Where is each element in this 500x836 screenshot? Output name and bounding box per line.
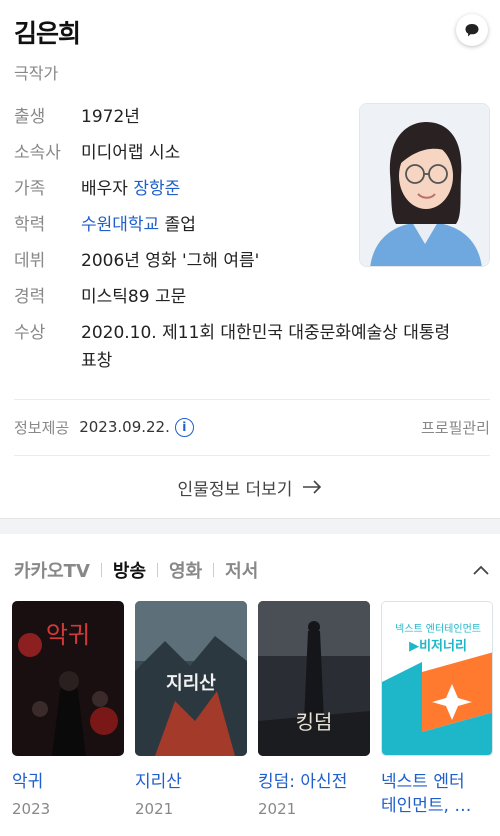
- person-name: 김은희: [14, 19, 81, 48]
- poster-title-text: 킹덤: [296, 710, 333, 734]
- work-poster[interactable]: 지리산: [135, 601, 247, 756]
- works-carousel: 악귀 악귀 2023 지리산 지리산 2021 킹덤 킹덤: 아신전 2021 …: [12, 601, 494, 836]
- work-title[interactable]: 악귀: [12, 770, 124, 794]
- tab-kakaotv[interactable]: 카카오TV: [14, 557, 90, 583]
- spouse-link[interactable]: 장항준: [133, 179, 180, 199]
- family-relation: 배우자: [81, 179, 128, 199]
- work-card[interactable]: 지리산 지리산 2021: [135, 601, 247, 818]
- agency-link[interactable]: 미디어랩 시소: [81, 139, 180, 167]
- award-line-2: 표창: [81, 351, 113, 371]
- info-row-agency: 소속사 미디어랩 시소: [14, 139, 180, 167]
- info-icon[interactable]: i: [174, 417, 194, 437]
- work-title[interactable]: 지리산: [135, 770, 247, 794]
- profile-manage-link[interactable]: 프로필관리: [421, 417, 490, 438]
- work-poster[interactable]: 악귀: [12, 601, 124, 756]
- birth-label: 출생: [14, 107, 46, 127]
- info-row-birth: 출생 1972년: [14, 103, 140, 131]
- tab-movie[interactable]: 영화: [169, 557, 202, 583]
- poster-title-text: ▶비저너리: [409, 638, 467, 654]
- award-line-1: 2020.10. 제11회 대한민국 대중문화예술상 대통령: [81, 323, 451, 343]
- family-label: 가족: [14, 179, 46, 199]
- info-row-career: 경력 미스틱89 고문: [14, 283, 186, 311]
- poster-title-text: 넥스트 엔터테인먼트: [395, 623, 481, 635]
- education-status: 졸업: [164, 215, 196, 235]
- work-year: 2023: [12, 800, 51, 818]
- info-provider-row: 정보제공 2023.09.22. i 프로필관리: [14, 413, 490, 441]
- profile-photo[interactable]: [359, 103, 490, 267]
- info-row-education: 학력 수원대학교 졸업: [14, 211, 196, 239]
- provided-label: 정보제공: [14, 418, 70, 437]
- work-year: 2021: [258, 800, 297, 818]
- tab-separator: [213, 563, 215, 577]
- family-value: 배우자 장항준: [81, 175, 180, 203]
- debut-value: 2006년 영화 '그해 여름': [81, 251, 260, 271]
- debut-label: 데뷔: [14, 251, 46, 271]
- work-card[interactable]: 악귀 악귀 2023: [12, 601, 124, 818]
- tab-separator: [100, 563, 102, 577]
- work-title[interactable]: 넥스트 엔터 테인먼트, …: [381, 770, 493, 818]
- award-label: 수상: [14, 323, 46, 343]
- arrow-right-icon: [303, 480, 322, 494]
- info-row-family: 가족 배우자 장항준: [14, 175, 180, 203]
- provided-date: 2023.09.22.: [79, 418, 170, 436]
- more-profile-label: 인물정보 더보기: [177, 479, 293, 500]
- speech-bubble-icon: [465, 24, 479, 37]
- portrait-illustration: [360, 104, 489, 266]
- section-gap: [0, 518, 500, 534]
- poster-title-text: 악귀: [46, 621, 90, 649]
- birth-value: 1972년: [81, 107, 140, 127]
- person-occupation: 극작가: [14, 64, 59, 83]
- agency-label: 소속사: [14, 143, 61, 163]
- career-label: 경력: [14, 287, 46, 307]
- career-value: 미스틱89 고문: [81, 287, 187, 307]
- profile-header: 김은희 극작가: [14, 14, 488, 84]
- work-card[interactable]: 넥스트 엔터테인먼트 ▶비저너리 넥스트 엔터 테인먼트, …: [381, 601, 493, 818]
- poster-title-text: 지리산: [166, 673, 216, 694]
- info-row-award: 수상 2020.10. 제11회 대한민국 대중문화예술상 대통령 표창: [14, 319, 450, 375]
- work-year: 2021: [135, 800, 174, 818]
- award-value: 2020.10. 제11회 대한민국 대중문화예술상 대통령 표창: [81, 319, 450, 375]
- chat-button[interactable]: [456, 14, 488, 46]
- work-title[interactable]: 킹덤: 아신전: [258, 770, 370, 794]
- chevron-up-icon[interactable]: [472, 564, 490, 576]
- tab-separator: [157, 563, 159, 577]
- more-profile-link[interactable]: 인물정보 더보기: [0, 470, 500, 504]
- education-label: 학력: [14, 215, 46, 235]
- work-poster[interactable]: 넥스트 엔터테인먼트 ▶비저너리: [381, 601, 493, 756]
- works-tabs: 카카오TV 방송 영화 저서: [14, 556, 490, 584]
- info-row-debut: 데뷔 2006년 영화 '그해 여름': [14, 247, 259, 275]
- work-card[interactable]: 킹덤 킹덤: 아신전 2021: [258, 601, 370, 818]
- work-title-line-2: 테인먼트, …: [381, 796, 472, 816]
- school-link[interactable]: 수원대학교: [81, 215, 159, 235]
- divider: [14, 399, 490, 400]
- tab-broadcast[interactable]: 방송: [113, 557, 146, 583]
- divider: [14, 455, 490, 456]
- work-poster[interactable]: 킹덤: [258, 601, 370, 756]
- work-title-line-1: 넥스트 엔터: [381, 772, 465, 792]
- education-value: 수원대학교 졸업: [81, 211, 196, 239]
- tab-books[interactable]: 저서: [225, 557, 258, 583]
